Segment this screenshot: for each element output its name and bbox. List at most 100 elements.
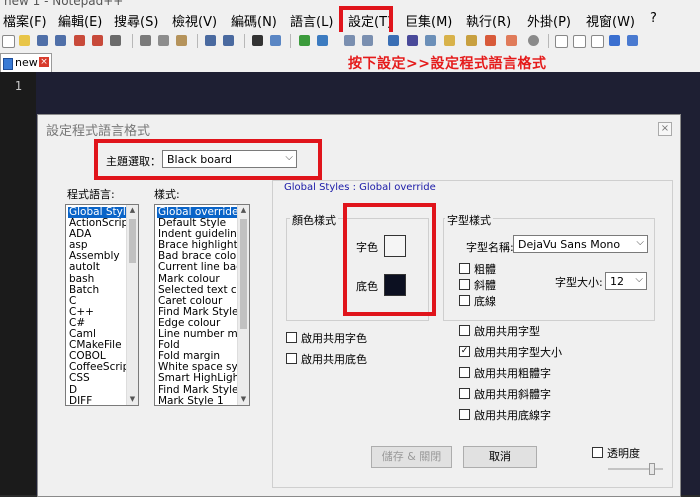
scroll-down-icon[interactable]: ▼	[127, 394, 138, 405]
record-macro-icon[interactable]	[555, 35, 568, 48]
font-name-value: DejaVu Sans Mono	[518, 238, 621, 251]
chevron-down-icon: ⌵	[636, 237, 644, 248]
close-icon[interactable]	[74, 35, 85, 46]
cancel-button[interactable]: 取消	[463, 446, 537, 468]
zoom-out-icon[interactable]	[317, 35, 328, 46]
global-background-label: 啟用共用底色	[301, 353, 367, 366]
open-file-icon[interactable]	[19, 35, 30, 46]
style-list-scrollbar[interactable]: ▲ ▼	[237, 205, 249, 405]
stop-macro-icon[interactable]	[573, 35, 586, 48]
scroll-up-icon[interactable]: ▲	[238, 205, 249, 216]
menu-language[interactable]: 語言(L)	[290, 11, 333, 30]
run-macro-multiple-icon[interactable]	[609, 35, 620, 46]
menu-search[interactable]: 搜尋(S)	[114, 11, 158, 30]
global-font-checkbox[interactable]	[459, 325, 470, 336]
menu-file[interactable]: 檔案(F)	[3, 11, 47, 30]
menu-macro[interactable]: 巨集(M)	[405, 11, 452, 30]
word-wrap-icon[interactable]	[388, 35, 399, 46]
indent-guide-icon[interactable]	[425, 35, 436, 46]
toolbar-separator	[197, 34, 198, 48]
underline-label: 底線	[474, 295, 496, 308]
bold-checkbox[interactable]	[459, 263, 470, 274]
style-list[interactable]: Global override Default Style Indent gui…	[154, 204, 250, 406]
redo-icon[interactable]	[223, 35, 234, 46]
monitoring-icon[interactable]	[528, 35, 539, 46]
transparency-checkbox[interactable]	[592, 447, 603, 458]
theme-select-highlight	[94, 139, 322, 180]
font-name-select[interactable]: DejaVu Sans Mono ⌵	[513, 235, 648, 253]
global-underline-checkbox[interactable]	[459, 409, 470, 420]
play-macro-icon[interactable]	[591, 35, 604, 48]
font-size-select[interactable]: 12 ⌵	[605, 272, 647, 290]
menu-view[interactable]: 檢視(V)	[172, 11, 217, 30]
new-file-icon[interactable]	[2, 35, 15, 48]
font-name-label: 字型名稱:	[466, 241, 514, 254]
global-italic-checkbox[interactable]	[459, 388, 470, 399]
replace-icon[interactable]	[270, 35, 281, 46]
toolbar-separator	[132, 34, 133, 48]
transparency-slider-thumb[interactable]	[649, 463, 655, 475]
undo-icon[interactable]	[205, 35, 216, 46]
cut-icon[interactable]	[140, 35, 151, 46]
colour-style-title: 顏色樣式	[290, 212, 338, 228]
window-title: new 1 - Notepad++	[4, 0, 124, 8]
menu-window[interactable]: 視窗(W)	[586, 11, 635, 30]
save-macro-icon[interactable]	[627, 35, 638, 46]
dialog-title: 設定程式語言格式	[46, 124, 151, 139]
menu-plugins[interactable]: 外掛(P)	[527, 11, 571, 30]
transparency-label: 透明度	[607, 447, 640, 460]
paste-icon[interactable]	[176, 35, 187, 46]
global-foreground-label: 啟用共用字色	[301, 332, 367, 345]
line-number: 1	[14, 79, 22, 93]
scroll-thumb[interactable]	[240, 219, 247, 329]
menu-edit[interactable]: 編輯(E)	[58, 11, 102, 30]
colour-style-highlight	[343, 203, 436, 316]
language-list-scrollbar[interactable]: ▲ ▼	[126, 205, 138, 405]
file-icon	[3, 58, 13, 70]
find-icon[interactable]	[252, 35, 263, 46]
sync-vertical-icon[interactable]	[344, 35, 355, 46]
copy-icon[interactable]	[158, 35, 169, 46]
menu-run[interactable]: 執行(R)	[466, 11, 511, 30]
global-font-size-checkbox[interactable]: ✓	[459, 346, 470, 357]
global-bold-checkbox[interactable]	[459, 367, 470, 378]
global-font-label: 啟用共用字型	[474, 325, 540, 338]
dialog-close-icon[interactable]: ×	[658, 122, 672, 136]
language-label: 程式語言:	[67, 188, 115, 201]
save-close-button[interactable]: 儲存 & 關閉	[371, 446, 452, 468]
language-list[interactable]: Global Styles ActionScript ADA asp Assem…	[65, 204, 139, 406]
doc-map-icon[interactable]	[485, 35, 496, 46]
scroll-up-icon[interactable]: ▲	[127, 205, 138, 216]
instruction-caption: 按下設定>>設定程式語言格式	[348, 56, 547, 72]
save-icon[interactable]	[37, 35, 48, 46]
global-bold-label: 啟用共用粗體字	[474, 367, 551, 380]
global-italic-label: 啟用共用斜體字	[474, 388, 551, 401]
menu-encoding[interactable]: 編碼(N)	[231, 11, 277, 30]
tab-new1[interactable]: new 1 ×	[0, 53, 52, 72]
menu-help[interactable]: ?	[650, 11, 657, 26]
language-doc-icon[interactable]	[444, 35, 455, 46]
underline-checkbox[interactable]	[459, 295, 470, 306]
tab-close-icon[interactable]: ×	[39, 57, 49, 67]
udl-icon[interactable]	[466, 35, 477, 46]
chevron-down-icon: ⌵	[635, 274, 643, 285]
global-background-checkbox[interactable]	[286, 353, 297, 364]
show-all-chars-icon[interactable]	[407, 35, 418, 46]
toolbar-separator	[244, 34, 245, 48]
sync-horizontal-icon[interactable]	[362, 35, 373, 46]
style-header: Global Styles : Global override	[284, 182, 436, 193]
bold-label: 粗體	[474, 263, 496, 276]
italic-label: 斜體	[474, 279, 496, 292]
italic-checkbox[interactable]	[459, 279, 470, 290]
font-size-value: 12	[610, 275, 624, 288]
save-all-icon[interactable]	[55, 35, 66, 46]
style-label: 樣式:	[154, 188, 180, 201]
zoom-in-icon[interactable]	[299, 35, 310, 46]
line-number-gutter	[0, 72, 36, 495]
folder-workspace-icon[interactable]	[506, 35, 517, 46]
scroll-down-icon[interactable]: ▼	[238, 394, 249, 405]
print-icon[interactable]	[110, 35, 121, 46]
global-foreground-checkbox[interactable]	[286, 332, 297, 343]
close-all-icon[interactable]	[92, 35, 103, 46]
scroll-thumb[interactable]	[129, 219, 136, 263]
